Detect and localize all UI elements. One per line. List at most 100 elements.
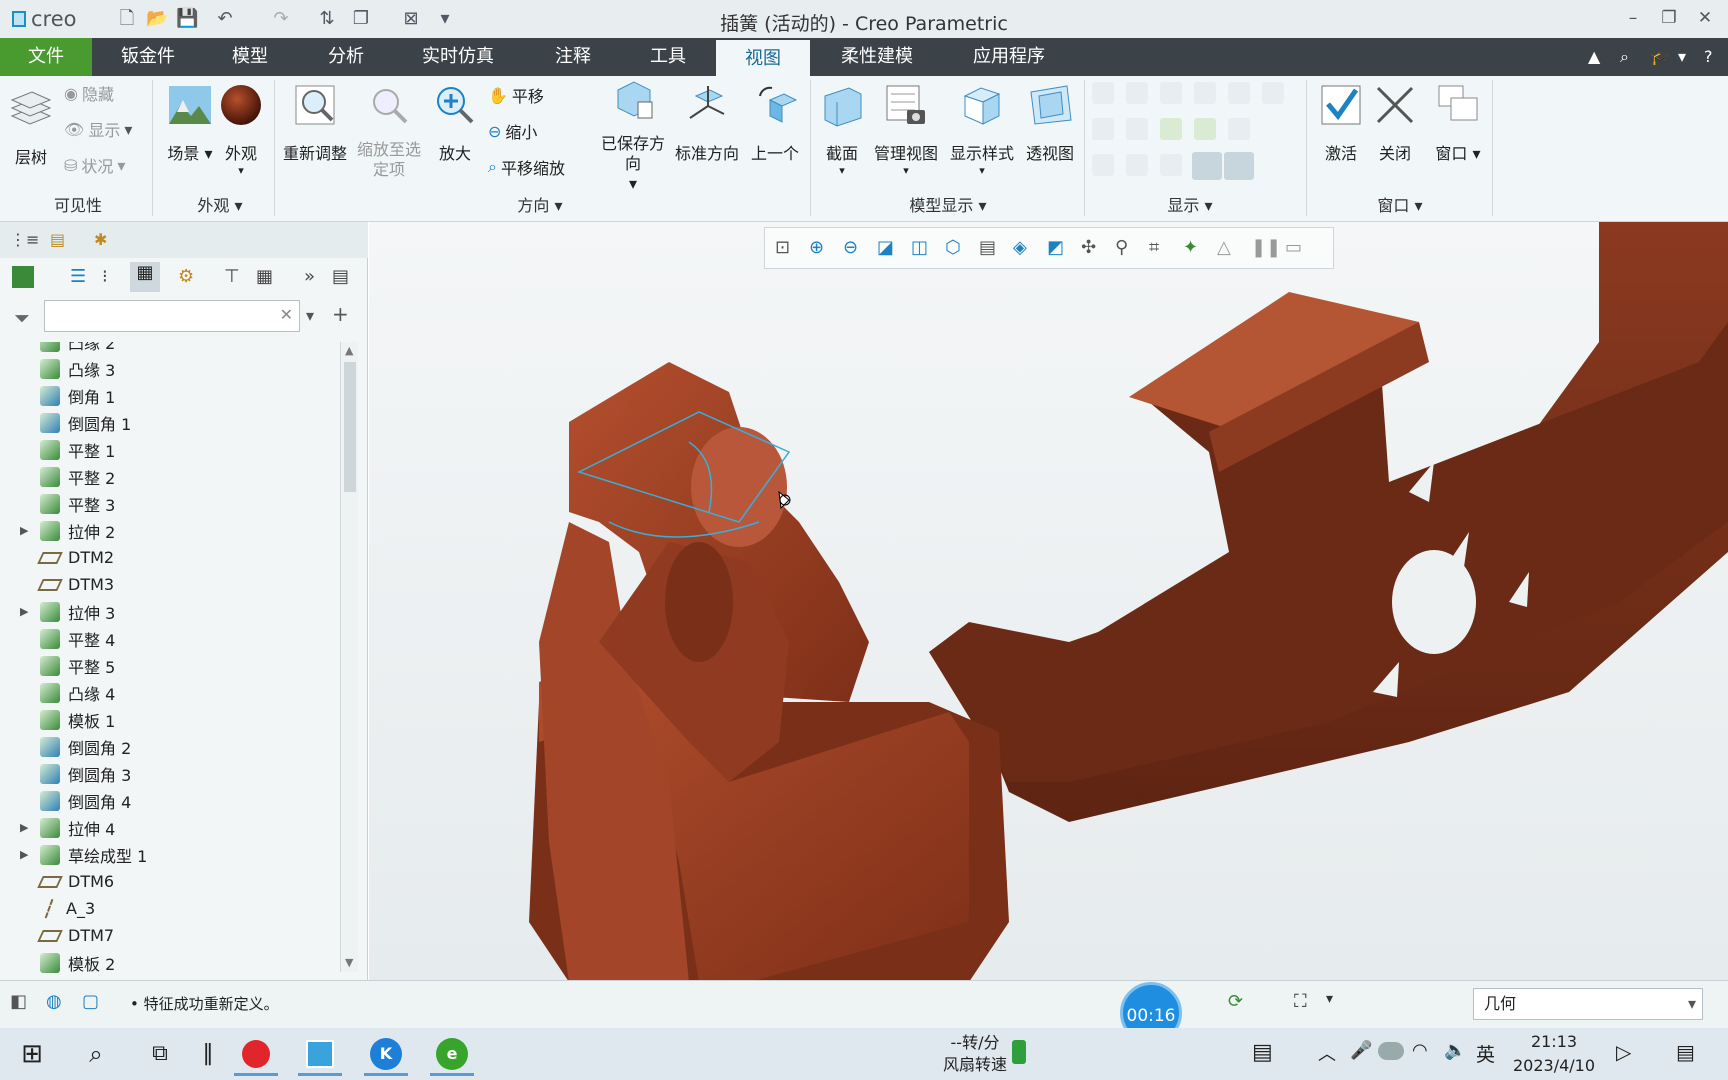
tab-annotate[interactable]: 注释 [533,38,613,76]
tree-indent-icon[interactable]: ⁝ [102,266,108,287]
tree-item[interactable]: 倒圆角 1 [0,409,131,436]
standard-orientation-button[interactable]: 标准方向 [674,82,740,164]
tray-app-icon[interactable] [1378,1042,1404,1060]
tree-item[interactable]: ▶ 草绘成型 1 [0,841,147,868]
refit-button[interactable]: 重新调整 [282,82,348,164]
scroll-thumb[interactable] [344,362,356,492]
tab-view[interactable]: 视图 [716,38,810,76]
csys-tag-icon[interactable] [1194,118,1216,140]
tree-item[interactable]: 凸缘 4 [0,679,115,706]
point-display-icon[interactable] [1160,82,1182,104]
search-icon[interactable]: ⌕ [74,1032,118,1076]
tree-item[interactable]: 平整 4 [0,625,115,652]
tree-item[interactable]: 平整 3 [0,490,115,517]
settings-icon[interactable]: ⚙ [178,266,194,287]
status-button[interactable]: ⛁ 状况 ▾ [64,154,125,177]
model-tree-tab-icon[interactable]: ⋮≡ [10,230,39,252]
tree-scrollbar[interactable]: ▲ ▼ [340,342,358,972]
task-view-icon[interactable]: ⧉ [138,1032,182,1076]
tree-item[interactable]: 倒圆角 2 [0,733,131,760]
zoom-out-button[interactable]: ⊖ 缩小 [488,120,537,143]
selection-filter[interactable]: 几何 ▾ [1473,988,1703,1020]
expand-arrow-icon[interactable]: ▶ [20,524,34,537]
clear-search-icon[interactable]: ✕ [280,305,293,324]
learning-icon[interactable]: 🎓 [1650,47,1670,66]
tab-menu-icon[interactable]: ▾ [1678,47,1686,66]
repaint-icon[interactable]: ◪ [877,237,894,258]
navigator-toggle-icon[interactable]: ◧ [10,991,27,1012]
zoom-in-icon[interactable]: ⊕ [809,237,824,258]
tree-item[interactable]: A_3 [0,895,95,922]
tree-item[interactable]: 倒圆角 4 [0,787,131,814]
activate-button[interactable]: 激活 [1316,82,1366,164]
plane-display-icon[interactable] [1092,82,1114,104]
hide-button[interactable]: ◉ 隐藏 [64,82,114,105]
microphone-icon[interactable]: 🎤 [1350,1040,1372,1061]
recorder-app-icon[interactable] [234,1032,278,1076]
scene-button[interactable]: 场景 ▾ [160,82,220,164]
tree-item[interactable]: ▶ 拉伸 2 [0,517,115,544]
regenerate-status-icon[interactable]: ⟳ [1228,991,1243,1012]
spin-center-icon[interactable] [1228,82,1250,104]
point-tag-icon[interactable] [1160,118,1182,140]
csys-display-icon[interactable] [1194,82,1216,104]
simulation-icon[interactable]: △ [1217,237,1231,258]
tab-live-simulation[interactable]: 实时仿真 [412,38,504,76]
curve-display-icon[interactable] [1228,118,1250,140]
expand-arrow-icon[interactable]: ▶ [20,848,34,861]
help-icon[interactable]: ? [1704,47,1713,66]
notebook-icon[interactable]: ▤ [332,266,349,287]
tree-filter-icon[interactable]: ⊤ [224,266,240,287]
expand-arrow-icon[interactable]: ▶ [20,605,34,618]
tree-item[interactable]: ▶ 拉伸 4 [0,814,115,841]
axis-tag-icon[interactable] [1126,118,1148,140]
minimize-icon[interactable]: – [1622,8,1644,28]
manage-views-button[interactable]: 管理视图 ▾ [872,82,940,177]
fullscreen-icon[interactable]: ▢ [82,991,99,1012]
appearance-button[interactable]: 外观 ▾ [216,82,266,177]
tree-search-input[interactable]: ✕ [44,300,300,332]
tab-applications[interactable]: 应用程序 [962,38,1056,76]
browser-toggle-icon[interactable]: ◍ [46,991,62,1012]
refit-icon[interactable]: ⊡ [775,237,790,258]
view-manager-icon[interactable]: ▤ [979,237,996,258]
zoom-out-icon[interactable]: ⊖ [843,237,858,258]
axis-display-icon[interactable] [1126,82,1148,104]
tree-item[interactable]: ▶ 拉伸 3 [0,598,115,625]
graphics-viewport[interactable] [369,212,1728,982]
scroll-up-icon[interactable]: ▲ [345,344,353,357]
filter-funnel-icon[interactable]: ⏷ [14,306,30,330]
tree-table-icon[interactable]: ▦ [256,266,273,287]
tree-item[interactable]: 平整 5 [0,652,115,679]
display-style-icon[interactable]: ◫ [911,237,928,258]
appearance-icon[interactable]: ✦ [1183,237,1198,258]
find-icon[interactable]: ⛶ [1294,991,1307,1012]
annotation-display-icon[interactable] [1262,82,1284,104]
tree-item[interactable]: 凸缘 3 [0,355,115,382]
chevron-down-icon[interactable]: ▾ [1688,989,1696,1019]
pan-zoom-button[interactable]: ⌕ 平移缩放 [488,156,565,178]
csys-tag2-icon[interactable] [1192,152,1222,180]
folder-browser-tab-icon[interactable]: ▤ [50,230,76,252]
find-dropdown-icon[interactable]: ▾ [1326,991,1333,1007]
spin-center-icon[interactable]: ⚲ [1115,237,1128,258]
search-icon[interactable]: ⌕ [1620,47,1629,67]
volume-icon[interactable]: 🔈 [1444,1040,1466,1061]
collapse-ribbon-icon[interactable]: ▲ [1588,47,1600,66]
saved-orientations-icon[interactable]: ⬡ [945,237,961,258]
stop-icon[interactable]: ▭ [1285,237,1302,258]
tree-item[interactable]: 凸缘 2 [0,342,115,355]
start-icon[interactable]: ⊞ [10,1032,54,1076]
show-button[interactable]: 👁 显示 ▾ [64,118,132,141]
tab-file[interactable]: 文件 [0,38,92,76]
add-icon[interactable]: + [332,302,349,326]
point-tag2-icon[interactable] [1160,154,1182,176]
search-dropdown-icon[interactable]: ▾ [306,306,314,325]
layer-tree-button[interactable]: 层树 [8,86,54,168]
more-icon[interactable]: » [304,266,315,287]
tree-list-icon[interactable]: ☰ [70,266,86,287]
tab-flexible-modeling[interactable]: 柔性建模 [830,38,924,76]
action-center-icon[interactable]: ▤ [1676,1040,1695,1064]
perspective-icon[interactable]: ◈ [1013,237,1027,258]
scroll-down-icon[interactable]: ▼ [345,956,353,969]
